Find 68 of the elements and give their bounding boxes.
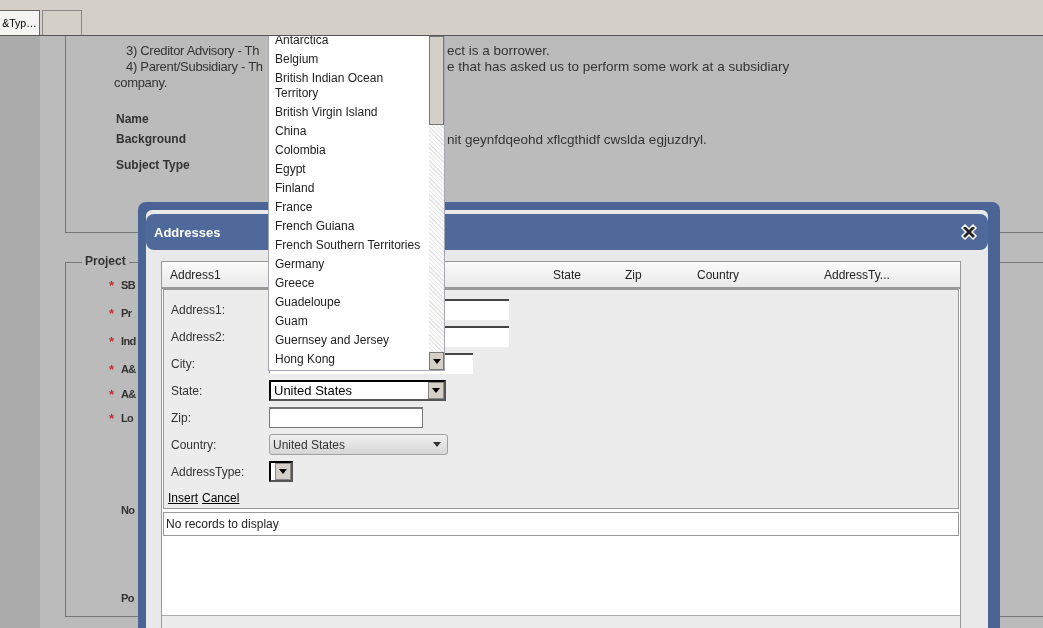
empty-message: No records to display [163,512,959,536]
list-option[interactable]: Hong Kong [269,350,429,369]
field-label: Zip: [171,410,192,425]
list-option[interactable]: Colombia [269,141,429,160]
select-field[interactable]: United States [269,380,446,401]
field-label: Lo [121,412,134,424]
field-label: AddressType: [171,464,246,479]
caret-icon [433,442,441,447]
required-mark: * [109,361,116,377]
list-option[interactable]: Egypt [269,160,429,179]
field-label: No [121,504,135,516]
field-label: Po [121,592,134,604]
close-icon[interactable] [958,221,980,243]
list-option[interactable]: Greece [269,274,429,293]
field-label: Ind [121,335,136,347]
select-field[interactable]: United States [269,434,448,455]
column-header[interactable]: Country [689,267,740,282]
list-option[interactable]: China [269,122,429,141]
column-header[interactable]: State [545,267,582,282]
field-label: Address2: [171,329,227,344]
list-option[interactable]: Finland [269,179,429,198]
field-label: SB [121,279,136,291]
column-header[interactable]: Address1 [162,267,221,282]
field-label: City: [171,356,196,371]
field-value: nit geynfdqeohd xflcgthidf cwslda egjuzdryl. [447,131,707,147]
description-text: 3) Creditor Advisory - Th [126,43,260,59]
scrollbar[interactable] [429,36,444,370]
fieldset-legend: Project [82,254,129,268]
column-header[interactable]: AddressTy... [816,267,890,282]
list-option[interactable]: France [269,198,429,217]
field-label: Country: [171,437,218,452]
description-text: company. [114,75,167,91]
list-option[interactable]: French Southern Territories [269,236,429,255]
required-mark: * [109,410,116,426]
description-text: 4) Parent/Subsidiary - Th [126,59,263,75]
description-text: e that has asked us to perform some work at a subsidiary [447,59,790,75]
description-text: ect is a borrower. [447,43,550,59]
required-mark: * [109,386,116,402]
field-label: Address1: [171,302,227,317]
field-label: State: [171,383,204,398]
list-option[interactable]: British Virgin Island [269,103,429,122]
required-mark: * [109,277,116,293]
action-link[interactable]: Cancel [202,491,240,505]
field-label: A& [121,388,136,400]
list-option[interactable]: British Indian Ocean Territory [269,69,429,103]
column-header[interactable]: Zip [617,267,642,282]
caret-icon[interactable] [432,358,441,364]
field-label: Background [116,132,186,146]
required-mark: * [109,305,116,321]
dialog-title: Addresses [154,224,221,240]
list-option[interactable]: Antarctica [269,36,429,50]
tab[interactable]: &Typ… [0,10,40,35]
select-field[interactable] [269,461,293,482]
list-option[interactable]: Guernsey and Jersey [269,331,429,350]
action-link[interactable]: Insert [168,491,198,505]
caret-icon [432,388,440,393]
list-option[interactable]: Guam [269,312,429,331]
caret-icon [279,469,287,474]
list-option[interactable]: Belgium [269,50,429,69]
field-label: A& [121,363,136,375]
field-label: Pr [121,307,132,319]
required-mark: * [109,333,116,349]
field-label: Subject Type [116,158,190,172]
input-field[interactable] [269,407,423,428]
field-label: Name [116,112,149,126]
list-option[interactable]: Germany [269,255,429,274]
list-option[interactable]: French Guiana [269,217,429,236]
list-option[interactable]: Guadeloupe [269,293,429,312]
